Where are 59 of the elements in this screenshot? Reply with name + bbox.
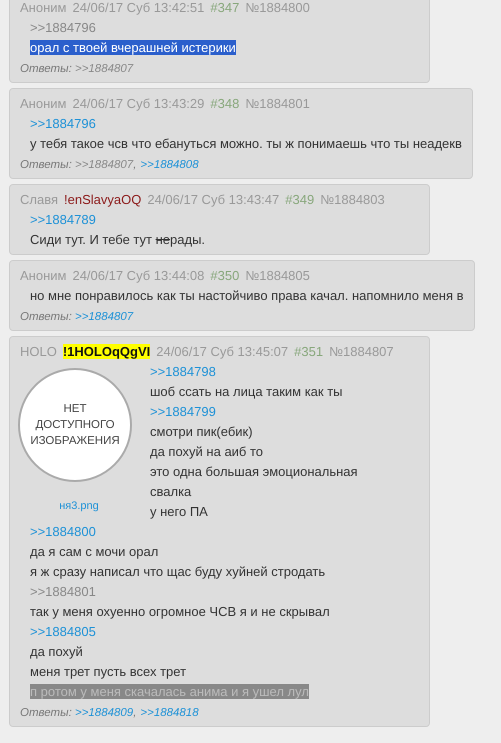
post-author: Аноним: [20, 268, 66, 283]
quote-link[interactable]: >>1884805: [30, 624, 96, 639]
post-number-link[interactable]: #349: [285, 192, 314, 207]
post-number-link[interactable]: #351: [294, 344, 324, 359]
selected-text: орал с твоей вчерашней истерики: [30, 40, 236, 55]
reply-link[interactable]: >>1884807: [74, 311, 134, 323]
post-text: так у меня охуенно огромное ЧСВ я и не скрывал: [30, 604, 330, 619]
post-id: №1884805: [245, 268, 310, 283]
post-text: я ж сразу написал что щас буду хуйней стродать: [30, 564, 326, 579]
post-text: да похуй: [30, 644, 83, 659]
post-text: у тебя такое чсв что ебануться можно. ты ж понимаешь что ты неадекв: [30, 136, 462, 151]
post-text: шоб ссать на лица таким как ты: [150, 384, 342, 399]
post-text: свалка: [150, 484, 192, 499]
reply-link[interactable]: >>1884807: [74, 63, 134, 75]
post-date: 24/06/17 Суб 13:44:08: [72, 268, 204, 283]
post-number-link[interactable]: #348: [210, 96, 240, 111]
post-number-link[interactable]: #350: [210, 268, 240, 283]
replies-label: Ответы:: [20, 707, 73, 719]
quote-link[interactable]: >>1884796: [30, 20, 96, 35]
post-text: Сиди тут. И тебе тут нерады.: [30, 232, 206, 247]
post-author: HOLO: [20, 344, 57, 359]
quote-link[interactable]: >>1884801: [30, 584, 96, 599]
reply-separator: ,: [133, 159, 136, 171]
post-author: Аноним: [20, 96, 66, 111]
quote-link[interactable]: >>1884789: [30, 212, 96, 227]
post-date: 24/06/17 Суб 13:42:51: [72, 0, 204, 15]
no-image-thumbnail[interactable]: НЕТ ДОСТУПНОГО ИЗОБРАЖЕНИЯ: [18, 368, 132, 482]
post-text: у него ПА: [150, 504, 208, 519]
post-id: №1884801: [245, 96, 310, 111]
quote-link[interactable]: >>1884796: [30, 116, 96, 131]
post-id: №1884803: [320, 192, 385, 207]
tripcode: !1HOLOqQgVI: [62, 344, 150, 359]
file-name-link[interactable]: ня3.png: [59, 498, 99, 514]
reply-link[interactable]: >>1884818: [140, 707, 199, 719]
post-text: смотри пик(ебик): [150, 424, 253, 439]
post-date: 24/06/17 Суб 13:43:47: [147, 192, 280, 207]
post-id: №1884800: [245, 0, 310, 15]
reply-separator: ,: [133, 707, 136, 719]
post-id: №1884807: [329, 344, 394, 359]
post-date: 24/06/17 Суб 13:43:29: [72, 96, 204, 111]
post-text: но мне понравилось как ты настойчиво права качал. напомнило меня в: [30, 288, 464, 303]
post-text: да похуй на аиб то: [150, 444, 264, 459]
post-text: это одна большая эмоциональная: [150, 464, 358, 479]
replies-label: Ответы:: [20, 63, 73, 75]
replies-label: Ответы:: [20, 159, 73, 171]
post-text: да я сам с мочи орал: [30, 544, 158, 559]
quote-link[interactable]: >>1884799: [150, 404, 216, 419]
replies-label: Ответы:: [20, 311, 73, 323]
post-date: 24/06/17 Суб 13:45:07: [156, 344, 288, 359]
quote-link[interactable]: >>1884800: [30, 524, 96, 539]
reply-link[interactable]: >>1884807: [74, 159, 134, 171]
post-number-link[interactable]: #347: [210, 0, 240, 15]
reply-link[interactable]: >>1884809: [74, 707, 134, 719]
post-author: Аноним: [20, 0, 66, 15]
quote-link[interactable]: >>1884798: [150, 364, 216, 379]
post-author: Славя: [20, 192, 58, 207]
tripcode: !enSlavyaOQ: [64, 192, 142, 207]
post-text: меня трет пусть всех трет: [30, 664, 186, 679]
reply-link[interactable]: >>1884808: [140, 159, 199, 171]
